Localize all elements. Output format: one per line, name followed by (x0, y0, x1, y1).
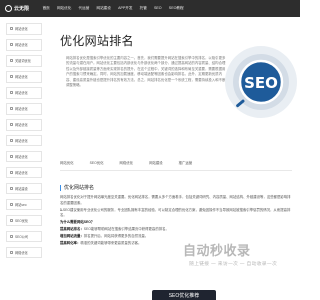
sidebar-item-label: 网站优化 (15, 123, 28, 128)
article-paragraph-text: 排名提升后，网站将获得更多的自然流量。 (83, 234, 149, 239)
sidebar-item-label: 网站建设 (15, 187, 28, 192)
sidebar-item-label: 网站优化 (15, 171, 28, 176)
sidebar-item[interactable]: SEO优化 (6, 214, 42, 227)
sidebar-item-label: SEO公司 (15, 235, 29, 240)
article-paragraph-text: 精准的关键词能够带来更高质量的访客。 (80, 241, 142, 246)
article-paragraph-heading: 提高转化率： (60, 241, 81, 246)
watermark-main-text: 自动秒收录 (183, 243, 251, 258)
watermark-sub-text: 随上链接 一 来访一次 一 自动收录一次 (189, 262, 278, 267)
sidebar-item-icon (10, 27, 13, 31)
category-link[interactable]: 网络优化 (120, 160, 134, 165)
sidebar-item[interactable]: 网站优化 (6, 86, 42, 99)
sidebar-item-label: 网站优化 (15, 107, 28, 112)
nav-item-website-build[interactable]: 网站建设 (93, 0, 115, 17)
nav-item-optimization[interactable]: 网站优化 (53, 0, 75, 17)
nav-item-hosting[interactable]: 托管 (136, 0, 150, 17)
logo-text: 云无限 (14, 6, 30, 12)
sidebar-item-icon (10, 107, 13, 111)
badge-label: SEO优化推荐 (168, 293, 200, 299)
sidebar-item-label: 网站优化 (15, 43, 28, 48)
nav-item-seo-tutorial[interactable]: SEO教程 (165, 0, 187, 17)
sidebar-item-icon (10, 219, 13, 223)
logo-icon (5, 5, 12, 12)
sidebar: 网站优化 网站优化 关键词优化 网站优化 网站优化 网站优化 网站优化 网站优化 网站优化 网站优… (6, 23, 42, 263)
sidebar-item-label: 网站优化 (15, 27, 28, 32)
sidebar-item-icon (10, 91, 13, 95)
watermark: 自动秒收录 随上链接 一 来访一次 一 自动收录一次 (158, 236, 298, 276)
nav-item-app-dev[interactable]: APP开发 (114, 0, 136, 17)
category-link[interactable]: 网站优化 (60, 160, 74, 165)
sidebar-item[interactable]: SEO公司 (6, 230, 42, 243)
sidebar-item-icon (10, 203, 13, 207)
sidebar-item-label: SEO优化 (15, 219, 29, 224)
article-paragraph: 网站排名优化对于提升网站曝光度至关重要。优化网站排名，需要从多个方面着手，包括关… (60, 195, 292, 206)
sidebar-item-icon (10, 59, 13, 63)
sidebar-item[interactable]: 网站优化 (6, 118, 42, 131)
sidebar-item[interactable]: 网站优化 (6, 23, 42, 35)
sidebar-item[interactable]: 网站优化 (6, 70, 42, 83)
article-paragraph: 1.SEO建议使用专业优化公司的服务，专业团队拥有丰富的经验，可以制定合理的优化… (60, 208, 292, 219)
sidebar-item-icon (10, 171, 13, 175)
nav-item-home[interactable]: 首页 (39, 0, 53, 17)
sidebar-item-label: 关键词优化 (15, 59, 31, 64)
sidebar-item[interactable]: 网络优化 (6, 246, 42, 259)
sidebar-item-icon (10, 123, 13, 127)
sidebar-item[interactable]: 网站优化 (6, 166, 42, 179)
hero-description: 网站排名优化是搜索引擎优化的主要内容之一。首先，我们需要提升网站在搜索引擎中的排… (66, 56, 226, 88)
sidebar-item-icon (10, 251, 13, 255)
article-paragraph: 为什么需要网站SEO？ (60, 220, 292, 226)
hero-section: 优化网站排名 网站排名优化是搜索引擎优化的主要内容之一。首先，我们需要提升网站在… (60, 34, 297, 147)
sidebar-item[interactable]: 网站优化 (6, 134, 42, 147)
sidebar-item[interactable]: 网站优化 (6, 38, 42, 51)
site-logo[interactable]: 云无限 (5, 5, 32, 12)
sidebar-item-label: 网站优化 (15, 139, 28, 144)
sidebar-item-label: 网站优化 (15, 75, 28, 80)
article-paragraph: 提高网站排名：SEO能够帮助网站在搜索引擎结果页中获得更高的排名。 (60, 227, 292, 233)
sidebar-item-icon (10, 139, 13, 143)
bottom-badge[interactable]: SEO优化推荐 (152, 290, 216, 300)
top-navigation-bar: 云无限 首页 网站优化 代运营 网站建设 APP开发 托管 SEO SEO教程 (0, 0, 300, 17)
article-paragraph-heading: 增加网站流量： (60, 234, 84, 239)
category-link[interactable]: 推广运营 (179, 160, 193, 165)
sidebar-item[interactable]: 关键词优化 (6, 54, 42, 67)
nav-item-operations[interactable]: 代运营 (75, 0, 93, 17)
section-divider (60, 170, 292, 171)
sidebar-item-icon (10, 235, 13, 239)
seo-illustration-icon: SEO (225, 46, 297, 118)
sidebar-item[interactable]: 网站建设 (6, 182, 42, 195)
sidebar-item-label: 网站seo (15, 203, 27, 208)
sidebar-item-label: 网站优化 (15, 91, 28, 96)
nav-item-seo[interactable]: SEO (150, 0, 165, 17)
sidebar-item[interactable]: 网站优化 (6, 102, 42, 115)
sidebar-item-icon (10, 155, 13, 159)
sidebar-item-label: 网络优化 (15, 251, 28, 256)
sidebar-item[interactable]: 网站seo (6, 198, 42, 211)
sidebar-item-icon (10, 187, 13, 191)
category-link[interactable]: SEO优化 (90, 160, 104, 165)
article-paragraph-heading: 提高网站排名： (60, 227, 84, 232)
sidebar-item-icon (10, 43, 13, 47)
sidebar-item[interactable]: 网站优化 (6, 150, 42, 163)
article-paragraph-heading: 为什么需要网站SEO？ (60, 220, 95, 225)
svg-text:SEO: SEO (244, 74, 278, 92)
sidebar-item-label: 网站优化 (15, 155, 28, 160)
article-paragraph-text: 网站排名优化对于提升网站曝光度至关重要。优化网站排名，需要从多个方面着手，包括关… (60, 195, 291, 205)
category-link[interactable]: 网站建设 (149, 160, 163, 165)
article-title: 优化网站排名 (60, 185, 292, 191)
category-links: 网站优化 SEO优化 网络优化 网站建设 推广运营 (60, 160, 292, 165)
sidebar-item-icon (10, 75, 13, 79)
main-nav: 首页 网站优化 代运营 网站建设 APP开发 托管 SEO SEO教程 (39, 0, 187, 17)
article-paragraph-text: SEO能够帮助网站在搜索引擎结果页中获得更高的排名。 (83, 227, 169, 232)
article-paragraph-text: SEO建议使用专业优化公司的服务，专业团队拥有丰富的经验，可以制定合理的优化方案… (60, 207, 291, 218)
